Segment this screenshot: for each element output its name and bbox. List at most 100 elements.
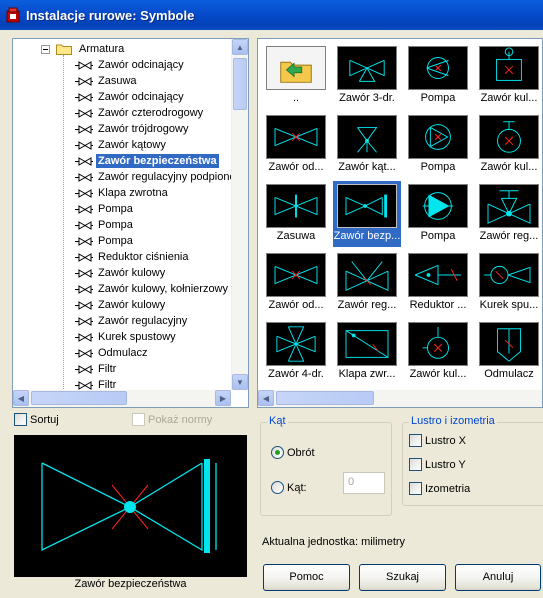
tree-item-label: Zawór trójdrogowy <box>98 123 189 135</box>
grid-horizontal-scrollbar[interactable]: ◀ <box>258 390 542 407</box>
safety-valve-preview-icon <box>41 459 217 553</box>
angle-radio[interactable] <box>271 481 284 494</box>
tree-vertical-scrollbar[interactable]: ▲ ▼ <box>231 39 248 390</box>
angle-label: Kąt: <box>287 481 307 494</box>
tree-item[interactable]: Zawór kulowy, kołnierzowy <box>75 281 230 297</box>
tree-item[interactable]: Odmulacz <box>75 345 150 361</box>
symbol-tile[interactable]: Zawór reg... <box>475 181 542 247</box>
tree-item-label: Reduktor ciśnienia <box>98 251 189 263</box>
symbol-grid[interactable]: .. Zawór 3-dr. Pompa Zawór kul... Zawór od..… <box>257 38 543 408</box>
symbol-tile[interactable]: Kurek spu... <box>475 250 542 316</box>
sort-checkbox[interactable] <box>14 413 27 426</box>
tree-item-label: Zawór kulowy <box>98 267 166 279</box>
app-icon <box>6 7 20 23</box>
help-button[interactable]: Pomoc <box>263 564 350 591</box>
symbol-tile-label: Kurek spu... <box>479 299 539 311</box>
tree-horizontal-scrollbar[interactable]: ◀ ▶ <box>13 390 231 407</box>
tree-item[interactable]: Zawór odcinający <box>75 57 186 73</box>
symbol-tile[interactable]: Zawór kul... <box>404 319 472 385</box>
scroll-thumb[interactable] <box>31 391 127 405</box>
isometric-checkbox[interactable] <box>409 482 422 495</box>
control-valve-x-icon <box>337 253 397 297</box>
symbol-tile[interactable]: Zawór bezp... <box>333 181 401 247</box>
tree-item[interactable]: Filtr <box>75 361 118 377</box>
symbol-tile-label: Zawór kul... <box>480 161 538 173</box>
mirror-x-checkbox[interactable] <box>409 434 422 447</box>
symbol-tile[interactable]: .. <box>262 43 330 109</box>
window-title: Instalacje rurowe: Symbole <box>26 7 195 23</box>
tree-folder-armatura[interactable]: Armatura <box>41 41 126 57</box>
tree-item[interactable]: Zawór kątowy <box>75 137 168 153</box>
valve-glyph-icon <box>75 236 93 246</box>
pump-filled-icon <box>408 184 468 228</box>
tree-item[interactable]: Zawór trójdrogowy <box>75 121 190 137</box>
tree-item[interactable]: Pompa <box>75 217 135 233</box>
search-button[interactable]: Szukaj <box>359 564 446 591</box>
symbol-tile[interactable]: Zawór 3-dr. <box>333 43 401 109</box>
symbol-tile[interactable]: Zawór kąt... <box>333 112 401 178</box>
preview-caption: Zawór bezpieczeństwa <box>74 578 187 590</box>
symbol-tile[interactable]: Pompa <box>404 181 472 247</box>
title-bar: Instalacje rurowe: Symbole <box>0 0 543 30</box>
valve-glyph-icon <box>75 124 93 134</box>
symbol-tile[interactable]: Zawór 4-dr. <box>262 319 330 385</box>
angle-option[interactable]: Kąt: <box>271 481 307 494</box>
tree-item[interactable]: Zawór bezpieczeństwa <box>75 153 219 169</box>
tree-item[interactable]: Pompa <box>75 201 135 217</box>
symbol-tile[interactable]: Reduktor ... <box>404 250 472 316</box>
tree-item-label: Zawór czterodrogowy <box>98 107 204 119</box>
mirror-x-option[interactable]: Lustro X <box>409 434 466 447</box>
scroll-left-button[interactable]: ◀ <box>258 390 274 406</box>
angle-group: Kąt <box>260 415 392 516</box>
isometric-option[interactable]: Izometria <box>409 482 470 495</box>
tree-item-label: Pompa <box>98 235 133 247</box>
tree-item[interactable]: Zawór kulowy <box>75 297 167 313</box>
symbol-tile[interactable]: Zawór od... <box>262 112 330 178</box>
symbol-tile[interactable]: Zawór kul... <box>475 43 542 109</box>
tree-item[interactable]: Zawór regulacyjny podpionowy <box>75 169 248 185</box>
symbol-tile[interactable]: Zasuwa <box>262 181 330 247</box>
tree-item[interactable]: Zawór kulowy <box>75 265 167 281</box>
collapse-toggle[interactable] <box>41 44 50 54</box>
tree-item[interactable]: Zasuwa <box>75 73 139 89</box>
symbol-tile[interactable]: Zawór od... <box>262 250 330 316</box>
valve-glyph-icon <box>75 60 93 70</box>
symbol-tile[interactable]: Zawór kul... <box>475 112 542 178</box>
valve-glyph-icon <box>75 172 93 182</box>
symbol-tile-label: Zawór kul... <box>480 92 538 104</box>
sludge-separator-icon <box>479 322 539 366</box>
symbol-tile[interactable]: Zawór reg... <box>333 250 401 316</box>
symbol-tile-label: Pompa <box>420 92 456 104</box>
symbol-tile-label: Zawór reg... <box>479 230 539 242</box>
shutoff-valve-icon <box>266 115 326 159</box>
scroll-thumb[interactable] <box>276 391 374 405</box>
cancel-button[interactable]: Anuluj <box>455 564 541 591</box>
tree-item[interactable]: Pompa <box>75 233 135 249</box>
scroll-right-button[interactable]: ▶ <box>215 390 231 406</box>
tree-item[interactable]: Zawór czterodrogowy <box>75 105 205 121</box>
tree-item[interactable]: Klapa zwrotna <box>75 185 170 201</box>
scroll-down-button[interactable]: ▼ <box>232 374 248 390</box>
mirror-y-checkbox[interactable] <box>409 458 422 471</box>
ball-valve-flag-icon <box>479 46 539 90</box>
tree-item[interactable]: Reduktor ciśnienia <box>75 249 191 265</box>
scroll-up-button[interactable]: ▲ <box>232 39 248 55</box>
mirror-y-option[interactable]: Lustro Y <box>409 458 466 471</box>
symbol-tree[interactable]: Armatura Zawór odcinający Zasuwa Zawór odci… <box>12 38 249 408</box>
scroll-left-button[interactable]: ◀ <box>13 390 29 406</box>
angle-input[interactable]: 0 <box>343 472 385 494</box>
symbol-tile-label: Reduktor ... <box>409 299 467 311</box>
tree-item[interactable]: Kurek spustowy <box>75 329 178 345</box>
folder-icon <box>56 44 72 55</box>
scroll-thumb[interactable] <box>233 58 247 110</box>
symbol-tile[interactable]: Odmulacz <box>475 319 542 385</box>
symbol-tile[interactable]: Pompa <box>404 43 472 109</box>
tree-item[interactable]: Zawór odcinający <box>75 89 186 105</box>
rotation-option[interactable]: Obrót <box>271 446 315 459</box>
symbol-tile[interactable]: Klapa zwr... <box>333 319 401 385</box>
rotation-radio[interactable] <box>271 446 284 459</box>
isometric-label: Izometria <box>425 482 471 495</box>
symbol-tile[interactable]: Pompa <box>404 112 472 178</box>
tree-item[interactable]: Zawór regulacyjny <box>75 313 189 329</box>
sort-option[interactable]: Sortuj <box>14 413 59 426</box>
